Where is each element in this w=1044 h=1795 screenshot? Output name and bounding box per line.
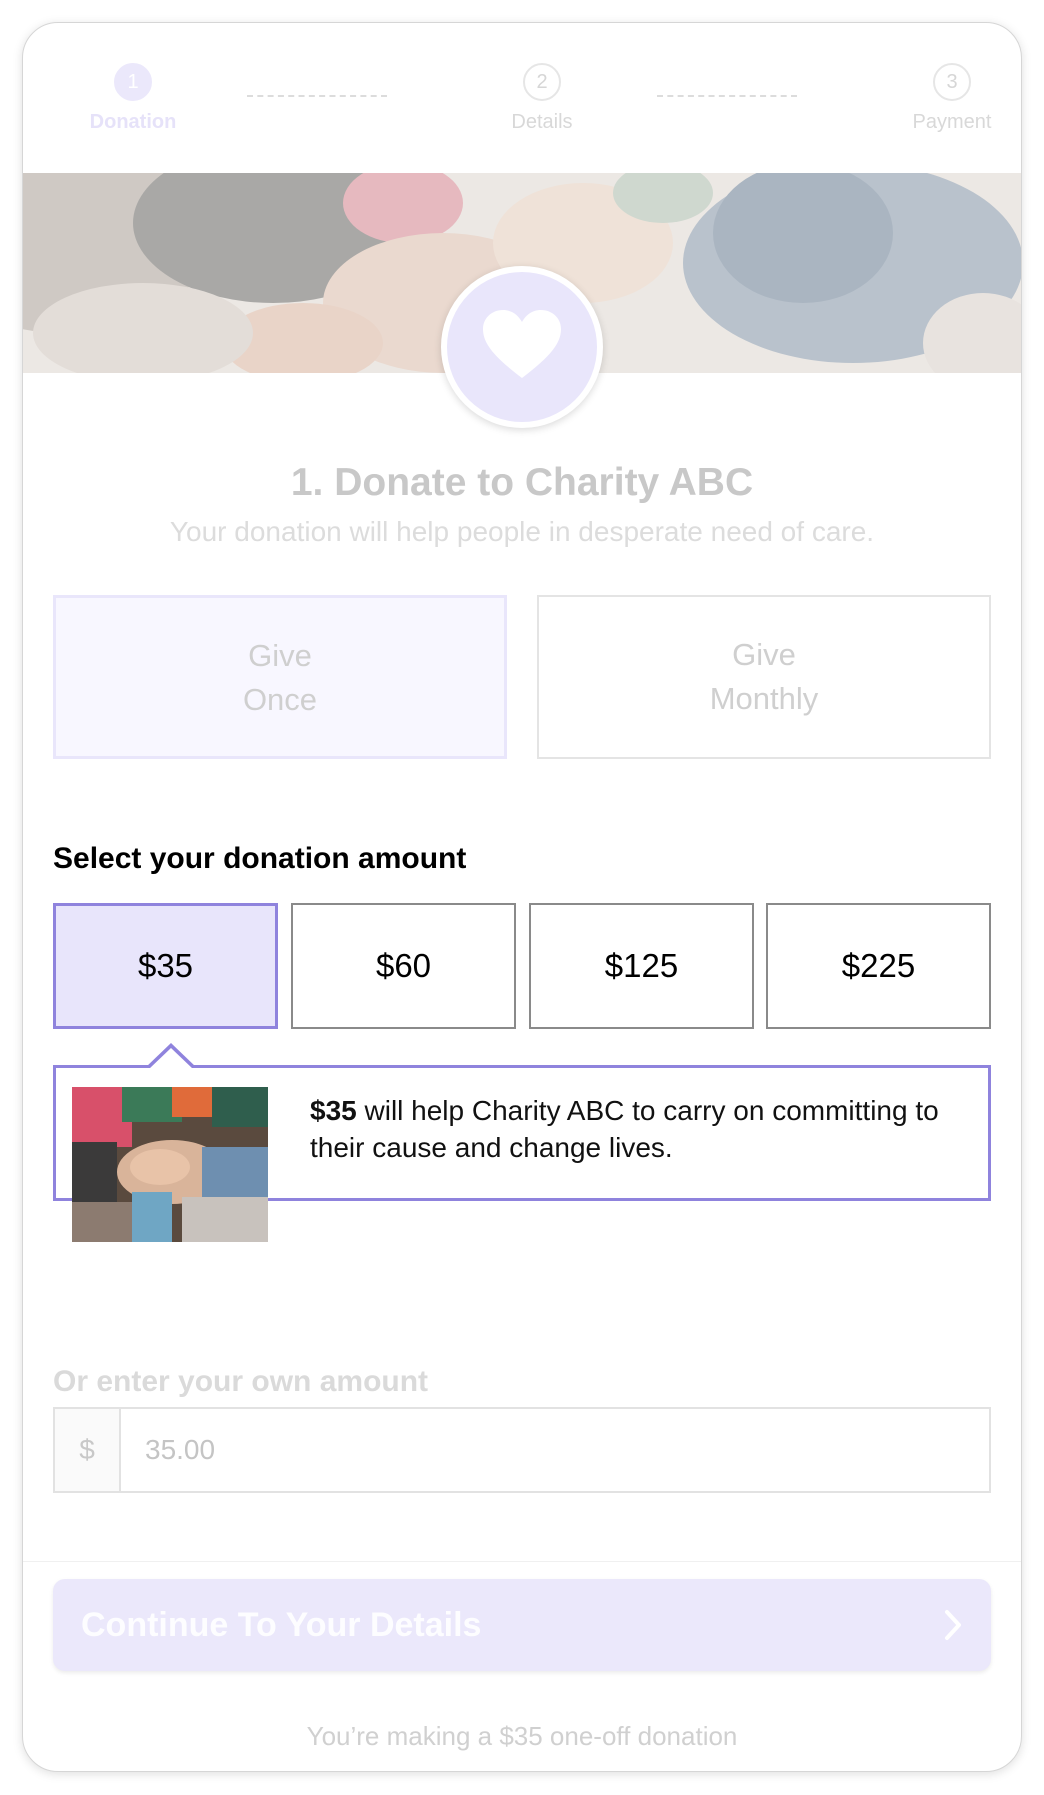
chevron-right-icon (945, 1610, 961, 1640)
step-connector (657, 95, 797, 97)
amount-option-225[interactable]: $225 (766, 903, 991, 1029)
step-connector (247, 95, 387, 97)
step-details[interactable]: 2 Details (462, 63, 622, 134)
step-number: 1 (114, 63, 152, 101)
step-payment[interactable]: 3 Payment (872, 63, 1021, 134)
step-number: 2 (523, 63, 561, 101)
impact-text: $35 will help Charity ABC to carry on co… (310, 1092, 970, 1166)
step-label: Payment (912, 111, 992, 133)
step-label: Details (511, 111, 573, 133)
give-monthly-line2: Monthly (709, 681, 819, 716)
footer-divider (23, 1561, 1021, 1562)
give-monthly-option[interactable]: Give Monthly (537, 595, 991, 759)
impact-pointer-fill (149, 1048, 193, 1069)
amount-option-60[interactable]: $60 (291, 903, 516, 1029)
custom-amount-label: Or enter your own amount (53, 1365, 429, 1398)
heart-icon (483, 310, 561, 378)
impact-amount: $35 (310, 1095, 357, 1126)
give-once-line2: Once (242, 682, 318, 717)
currency-prefix: $ (55, 1409, 121, 1491)
page-title: 1. Donate to Charity ABC (290, 461, 754, 504)
amount-heading: Select your donation amount (53, 842, 467, 875)
amount-option-125[interactable]: $125 (529, 903, 754, 1029)
impact-image (72, 1087, 268, 1242)
continue-label: Continue To Your Details (81, 1606, 482, 1644)
custom-amount-field[interactable]: $ 35.00 (53, 1407, 991, 1493)
progress-stepper: 1 Donation 2 Details 3 Payment (23, 23, 1021, 173)
give-once-line1: Give (248, 638, 312, 673)
continue-button[interactable]: Continue To Your Details (53, 1579, 991, 1671)
donation-summary: You’re making a $35 one-off donation (306, 1721, 738, 1751)
give-once-option[interactable]: Give Once (53, 595, 507, 759)
amount-option-35[interactable]: $35 (53, 903, 278, 1029)
impact-panel: $35 will help Charity ABC to carry on co… (53, 1065, 991, 1242)
heart-badge (441, 266, 603, 428)
impact-description: will help Charity ABC to carry on commit… (310, 1095, 939, 1163)
donation-card: 1 Donation 2 Details 3 Payment 1. Donate… (22, 22, 1022, 1772)
custom-amount-input[interactable]: 35.00 (145, 1409, 215, 1491)
page-subtitle: Your donation will help people in desper… (169, 516, 875, 547)
give-monthly-line1: Give (732, 637, 796, 672)
step-label: Donation (89, 111, 177, 133)
step-donation[interactable]: 1 Donation (53, 63, 213, 134)
step-number: 3 (933, 63, 971, 101)
